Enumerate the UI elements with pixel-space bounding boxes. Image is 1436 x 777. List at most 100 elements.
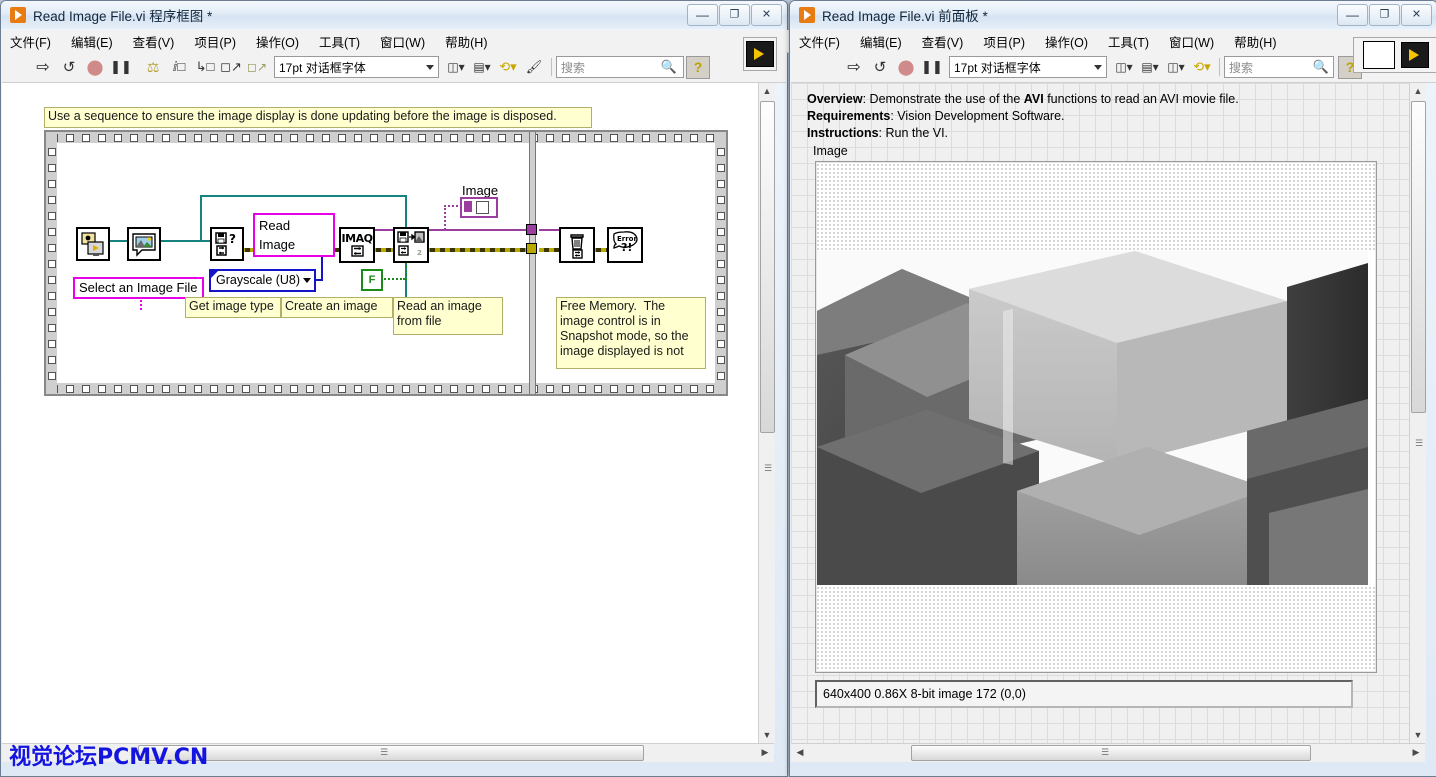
image-indicator-label: Image <box>462 183 498 198</box>
window-controls[interactable]: — ❐ ✕ <box>1336 4 1432 26</box>
front-panel-run-panel[interactable] <box>1353 37 1436 73</box>
front-panel-window[interactable]: Read Image File.vi 前面板 * — ❐ ✕ 文件(F) 编辑(… <box>789 0 1436 777</box>
image-type-enum-constant[interactable]: Grayscale (U8) <box>209 269 316 292</box>
run-continuously-icon[interactable]: ↺ <box>58 56 80 78</box>
menu-edit[interactable]: 编辑(E) <box>71 32 113 51</box>
grid-layout-icon[interactable] <box>1363 41 1395 69</box>
pause-icon[interactable]: ❚❚ <box>921 56 943 78</box>
requirements-line: Requirements: Vision Development Softwar… <box>807 108 1065 125</box>
node-simple-error-handler[interactable]: Error ?! <box>607 227 643 263</box>
menu-operate[interactable]: 操作(O) <box>256 32 299 51</box>
front-panel-titlebar[interactable]: Read Image File.vi 前面板 * — ❐ ✕ <box>790 1 1436 29</box>
highlight-execution-lightbulb-icon[interactable]: ⚖ <box>142 56 164 78</box>
close-button[interactable]: ✕ <box>751 4 782 26</box>
align-objects-icon[interactable]: ◫▾ <box>445 56 467 78</box>
hscroll-thumb[interactable] <box>138 745 644 761</box>
search-placeholder: 搜索 <box>561 59 585 76</box>
tunnel-image[interactable] <box>526 224 537 235</box>
toolbar-separator <box>551 58 552 76</box>
image-indicator-terminal[interactable] <box>460 197 498 218</box>
front-panel-run-icon[interactable] <box>746 41 774 67</box>
resize-objects-icon[interactable]: ◫▾ <box>1165 56 1187 78</box>
front-panel-vscrollbar[interactable]: ▲ ☰ ▼ <box>1409 83 1426 743</box>
reorder-icon[interactable]: ⟲▾ <box>1191 56 1213 78</box>
menu-tools[interactable]: 工具(T) <box>1108 32 1149 51</box>
block-diagram-run-panel[interactable] <box>743 37 777 71</box>
menu-help[interactable]: 帮助(H) <box>1234 32 1276 51</box>
search-icon[interactable]: 🔍 <box>1310 56 1332 78</box>
scroll-down-arrow-icon[interactable]: ▼ <box>759 727 775 743</box>
run-icon[interactable]: ⇨ <box>32 56 54 78</box>
scroll-down-arrow-icon[interactable]: ▼ <box>1410 727 1426 743</box>
menu-view[interactable]: 查看(V) <box>133 32 175 51</box>
pause-icon[interactable]: ❚❚ <box>110 56 132 78</box>
search-icon[interactable]: 🔍 <box>658 56 680 78</box>
false-boolean-constant[interactable]: F <box>361 269 383 291</box>
tunnel-error[interactable] <box>526 243 537 254</box>
menu-view[interactable]: 查看(V) <box>922 32 964 51</box>
block-diagram-window[interactable]: Read Image File.vi 程序框图 * — ❐ ✕ 文件(F) 编辑… <box>0 0 788 777</box>
node-imaq-get-image-type[interactable]: ? <box>210 227 244 261</box>
node-imaq-create[interactable]: IMAQ <box>339 227 375 263</box>
clean-up-diagram-icon[interactable]: 🖌 <box>523 56 545 78</box>
menu-window[interactable]: 窗口(W) <box>380 32 425 51</box>
scroll-left-arrow-icon[interactable]: ◀ <box>793 744 807 760</box>
image-display-control[interactable] <box>815 161 1377 673</box>
menu-help[interactable]: 帮助(H) <box>445 32 487 51</box>
menu-file[interactable]: 文件(F) <box>799 32 840 51</box>
front-panel-canvas[interactable]: Overview: Demonstrate the use of the AVI… <box>791 83 1409 743</box>
block-diagram-toolbar[interactable]: ⇨ ↺ ⬤ ❚❚ ⚖ ⅈ□ ↳□ ◻↗ ◻↗ 17pt 对话框字体 ◫▾ ▤▾ … <box>2 52 786 83</box>
step-over-icon[interactable]: ◻↗ <box>220 56 242 78</box>
block-diagram-run-icon[interactable] <box>1401 42 1429 68</box>
minimize-icon: — <box>688 9 717 22</box>
maximize-button[interactable]: ❐ <box>1369 4 1400 26</box>
node-file-dialog[interactable] <box>127 227 161 261</box>
node-imaq-dispose[interactable] <box>559 227 595 263</box>
window-controls[interactable]: — ❐ ✕ <box>686 4 782 26</box>
align-objects-icon[interactable]: ◫▾ <box>1113 56 1135 78</box>
distribute-objects-icon[interactable]: ▤▾ <box>471 56 493 78</box>
scroll-up-arrow-icon[interactable]: ▲ <box>759 83 775 99</box>
node-current-vi-path[interactable] <box>76 227 110 261</box>
vscroll-thumb[interactable] <box>760 101 775 433</box>
context-help-button[interactable]: ? <box>686 56 710 79</box>
menu-tools[interactable]: 工具(T) <box>319 32 360 51</box>
maximize-button[interactable]: ❐ <box>719 4 750 26</box>
distribute-objects-icon[interactable]: ▤▾ <box>1139 56 1161 78</box>
font-selector[interactable]: 17pt 对话框字体 <box>274 56 439 78</box>
node-imaq-readfile[interactable]: 2 <box>393 227 429 263</box>
imaq-node-text: IMAQ <box>342 234 373 244</box>
front-panel-hscrollbar[interactable]: ◀ ☰ ▶ <box>791 743 1425 762</box>
front-panel-toolbar[interactable]: ⇨ ↺ ⬤ ❚❚ 17pt 对话框字体 ◫▾ ▤▾ ◫▾ ⟲▾ 搜索 🔍 ? <box>791 52 1436 83</box>
minimize-button[interactable]: — <box>687 4 718 26</box>
run-icon[interactable]: ⇨ <box>843 56 865 78</box>
menu-window[interactable]: 窗口(W) <box>1169 32 1214 51</box>
menu-edit[interactable]: 编辑(E) <box>860 32 902 51</box>
abort-execution-icon[interactable]: ⬤ <box>895 56 917 78</box>
step-into-icon[interactable]: ↳□ <box>194 56 216 78</box>
scroll-right-arrow-icon[interactable]: ▶ <box>758 744 772 760</box>
front-panel-menubar[interactable]: 文件(F) 编辑(E) 查看(V) 项目(P) 操作(O) 工具(T) 窗口(W… <box>791 30 1436 53</box>
step-out-icon[interactable]: ◻↗ <box>246 56 268 78</box>
vscroll-thumb[interactable] <box>1411 101 1426 413</box>
menu-project[interactable]: 项目(P) <box>983 32 1025 51</box>
block-diagram-titlebar[interactable]: Read Image File.vi 程序框图 * — ❐ ✕ <box>1 1 787 29</box>
retain-wire-values-icon[interactable]: ⅈ□ <box>168 56 190 78</box>
close-button[interactable]: ✕ <box>1401 4 1432 26</box>
block-diagram-vscrollbar[interactable]: ▲ ☰ ▼ <box>758 83 775 743</box>
hscroll-thumb[interactable] <box>911 745 1311 761</box>
abort-execution-icon[interactable]: ⬤ <box>84 56 106 78</box>
run-continuously-icon[interactable]: ↺ <box>869 56 891 78</box>
menu-operate[interactable]: 操作(O) <box>1045 32 1088 51</box>
menu-project[interactable]: 项目(P) <box>194 32 236 51</box>
toolbar-separator <box>1219 58 1220 76</box>
font-selector[interactable]: 17pt 对话框字体 <box>949 56 1107 78</box>
resize-objects-icon[interactable]: ⟲▾ <box>497 56 519 78</box>
scroll-up-arrow-icon[interactable]: ▲ <box>1410 83 1426 99</box>
block-diagram-canvas[interactable]: Use a sequence to ensure the image displ… <box>2 83 758 743</box>
menu-file[interactable]: 文件(F) <box>10 32 51 51</box>
image-control-label: Image <box>813 143 848 160</box>
minimize-button[interactable]: — <box>1337 4 1368 26</box>
scroll-right-arrow-icon[interactable]: ▶ <box>1409 744 1423 760</box>
block-diagram-menubar[interactable]: 文件(F) 编辑(E) 查看(V) 项目(P) 操作(O) 工具(T) 窗口(W… <box>2 30 794 53</box>
